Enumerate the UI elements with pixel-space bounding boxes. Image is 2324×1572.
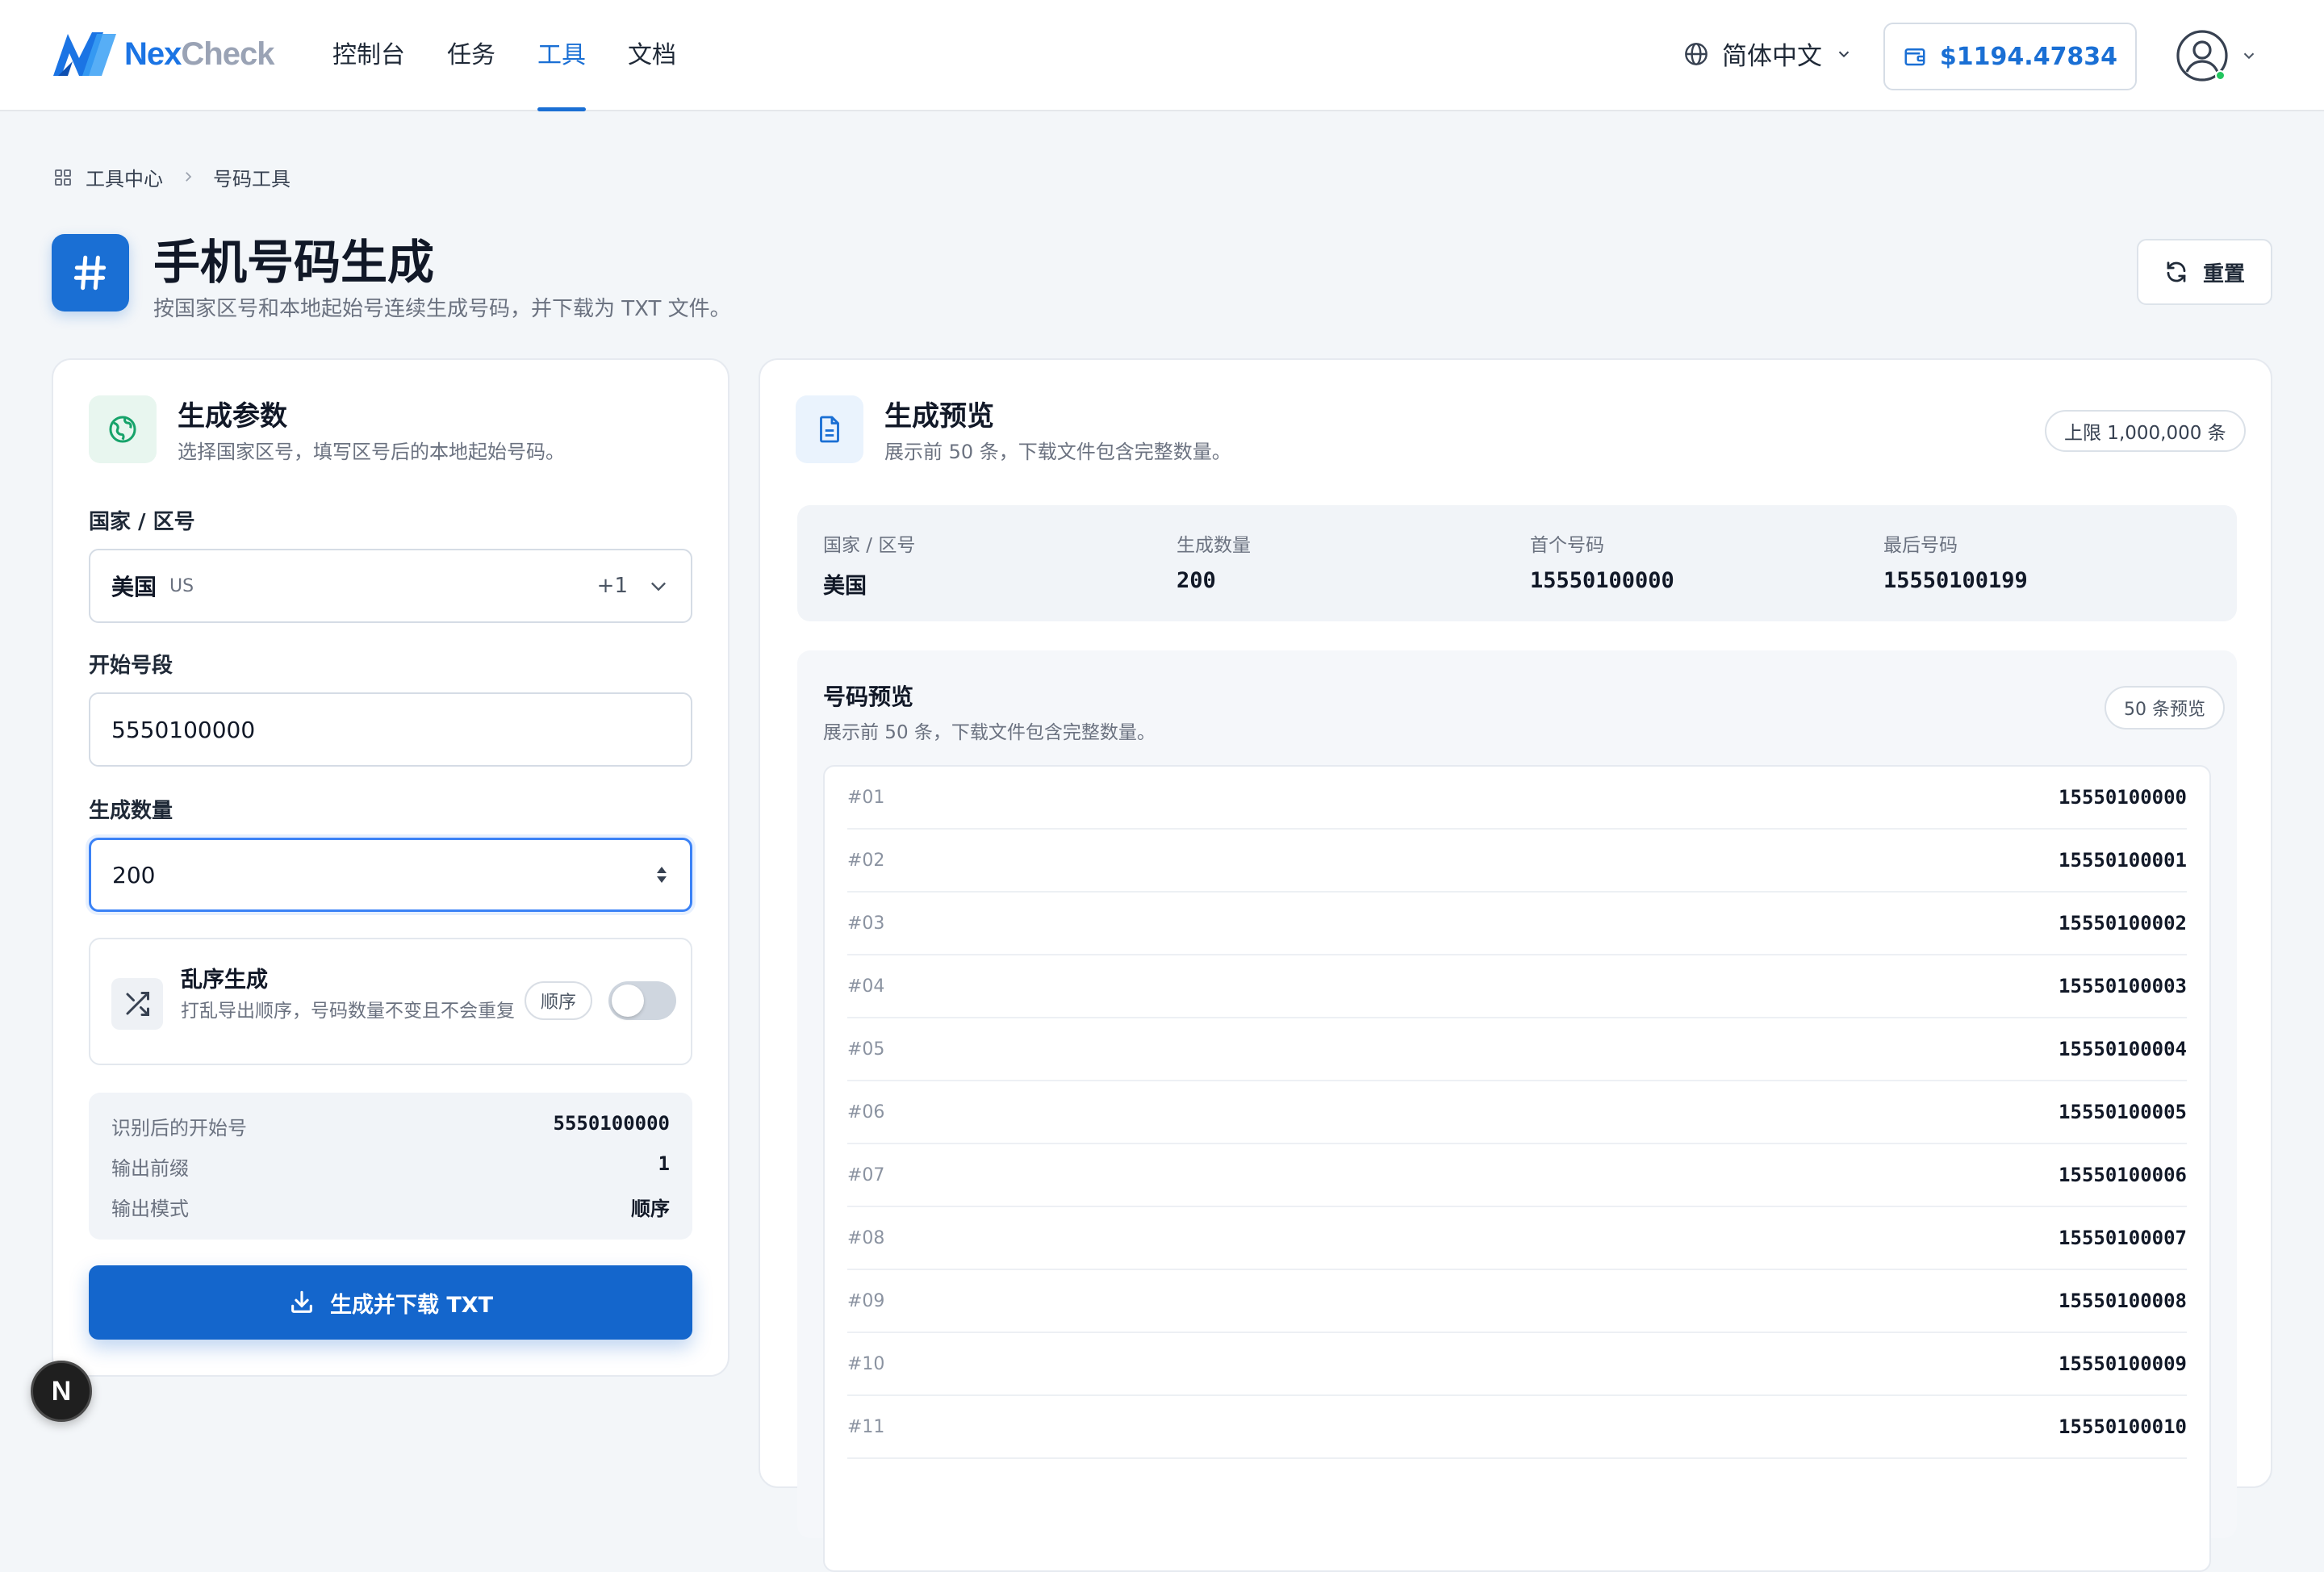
- page-subtitle: 按国家区号和本地起始号连续生成号码，并下载为 TXT 文件。: [153, 297, 731, 321]
- shuffle-option: 乱序生成 打乱导出顺序，号码数量不变且不会重复 顺序: [89, 938, 692, 1065]
- start-number-value: 5550100000: [111, 716, 256, 743]
- stat-last-number: 最后号码 15550100199: [1883, 535, 2028, 593]
- reset-label: 重置: [2202, 261, 2245, 286]
- dev-tools-badge[interactable]: N: [31, 1361, 92, 1422]
- stats-panel: 国家 / 区号 美国 生成数量 200 首个号码 15550100000 最后号…: [797, 505, 2237, 621]
- preview-card: 生成预览 展示前 50 条，下载文件包含完整数量。 上限 1,000,000 条…: [759, 358, 2272, 1572]
- refresh-icon: [2167, 261, 2186, 282]
- list-item: #09 15550100008: [847, 1270, 2187, 1333]
- list-item: #05 15550100004: [847, 1018, 2187, 1081]
- list-item: #01 15550100000: [847, 767, 2187, 830]
- output-summary: 识别后的开始号 5550100000 输出前缀 1 输出模式 顺序: [89, 1093, 692, 1240]
- count-input[interactable]: 200: [89, 838, 692, 912]
- stat-first-number: 首个号码 15550100000: [1530, 535, 1674, 593]
- brand-name: NexCheck: [124, 36, 274, 72]
- list-item: #06 15550100005: [847, 1081, 2187, 1144]
- nav-item-docs[interactable]: 文档: [628, 0, 676, 111]
- language-selector[interactable]: 简体中文: [1683, 36, 1866, 72]
- shuffle-description: 打乱导出顺序，号码数量不变且不会重复: [181, 1001, 515, 1022]
- generate-download-button[interactable]: 生成并下载 TXT: [89, 1265, 692, 1340]
- list-item: #07 15550100006: [847, 1144, 2187, 1207]
- nav-item-tools[interactable]: 工具: [537, 0, 586, 111]
- download-icon: [291, 1290, 312, 1313]
- summary-row-mode: 输出模式 顺序: [111, 1198, 670, 1220]
- list-item: #08 15550100007: [847, 1207, 2187, 1270]
- shuffle-title: 乱序生成: [181, 968, 268, 993]
- chevron-down-icon: [1838, 51, 1850, 57]
- nav-item-tasks[interactable]: 任务: [447, 0, 495, 111]
- toggle-knob: [612, 985, 644, 1017]
- params-subtitle: 选择国家区号，填写区号后的本地起始号码。: [178, 441, 565, 463]
- avatar[interactable]: [2176, 29, 2229, 82]
- start-number-input[interactable]: 5550100000: [89, 692, 692, 767]
- count-label: 生成数量: [89, 799, 173, 823]
- user-menu[interactable]: [2176, 29, 2258, 82]
- start-label: 开始号段: [89, 654, 173, 678]
- language-label: 简体中文: [1722, 42, 1822, 71]
- globe-icon: [1685, 42, 1707, 65]
- country-dial-code: +1: [596, 574, 628, 598]
- summary-row-prefix: 输出前缀 1: [111, 1152, 670, 1180]
- order-mode-badge: 顺序: [525, 981, 593, 1020]
- preview-count-badge: 50 条预览: [2105, 686, 2225, 730]
- shuffle-icon: [111, 978, 163, 1030]
- shuffle-toggle[interactable]: [608, 981, 676, 1020]
- list-item: #02 15550100001: [847, 830, 2187, 893]
- breadcrumb: 工具中心 号码工具: [53, 163, 290, 191]
- globe-icon: [109, 416, 136, 443]
- params-title: 生成参数: [178, 400, 287, 433]
- brand-logo-icon: [53, 32, 116, 76]
- brand-logo[interactable]: NexCheck: [50, 29, 274, 79]
- number-preview-title: 号码预览: [823, 684, 914, 710]
- document-icon: [820, 416, 839, 443]
- preview-icon-badge: [796, 395, 863, 463]
- nav-item-dashboard[interactable]: 控制台: [332, 0, 405, 111]
- breadcrumb-current: 号码工具: [213, 168, 290, 190]
- country-select[interactable]: 美国 US +1: [89, 549, 692, 623]
- generate-download-label: 生成并下载 TXT: [329, 1292, 494, 1318]
- chevron-down-icon: [2243, 52, 2255, 60]
- number-preview-panel: 号码预览 展示前 50 条，下载文件包含完整数量。 50 条预览 #01 1555…: [797, 650, 2237, 1572]
- country-value: 美国: [111, 574, 157, 600]
- number-stepper-icon[interactable]: [654, 863, 669, 886]
- list-item: #04 15550100003: [847, 955, 2187, 1018]
- params-icon-badge: [89, 395, 157, 463]
- hash-badge: [52, 234, 129, 311]
- page-title: 手机号码生成: [153, 235, 435, 290]
- balance-button[interactable]: $1194.47834: [1883, 23, 2137, 90]
- chevron-down-icon: [651, 582, 666, 592]
- preview-title: 生成预览: [884, 400, 994, 433]
- preview-subtitle: 展示前 50 条，下载文件包含完整数量。: [884, 441, 1231, 463]
- params-card: 生成参数 选择国家区号，填写区号后的本地起始号码。 国家 / 区号 美国 US …: [52, 358, 729, 1377]
- number-list[interactable]: #01 15550100000 #02 15550100001 #03 1555010…: [823, 765, 2211, 1572]
- country-label: 国家 / 区号: [89, 510, 195, 534]
- limit-badge: 上限 1,000,000 条: [2045, 410, 2246, 452]
- list-item: #11 15550100010: [847, 1396, 2187, 1459]
- breadcrumb-root[interactable]: 工具中心: [86, 163, 163, 191]
- list-item: #10 15550100009: [847, 1333, 2187, 1396]
- count-value: 200: [112, 861, 156, 888]
- country-code: US: [169, 575, 194, 596]
- stat-country: 国家 / 区号 美国: [823, 535, 916, 599]
- hash-icon: [73, 255, 107, 291]
- main-nav: 控制台 任务 工具 文档: [332, 0, 718, 111]
- number-preview-subtitle: 展示前 50 条，下载文件包含完整数量。: [823, 722, 1156, 743]
- grid-icon: [55, 169, 71, 186]
- reset-button[interactable]: 重置: [2137, 239, 2272, 305]
- online-status-dot: [2215, 70, 2226, 81]
- summary-row-start: 识别后的开始号 5550100000: [111, 1112, 670, 1139]
- chevron-right-icon: [181, 166, 195, 189]
- wallet-icon: [1904, 48, 1925, 66]
- balance-amount: $1194.47834: [1939, 42, 2118, 71]
- stat-count: 生成数量 200: [1177, 535, 1251, 593]
- list-item: #03 15550100002: [847, 893, 2187, 955]
- top-header: NexCheck 控制台 任务 工具 文档 简体中文 $1194.47834: [0, 0, 2324, 111]
- dev-badge-letter: N: [51, 1375, 72, 1407]
